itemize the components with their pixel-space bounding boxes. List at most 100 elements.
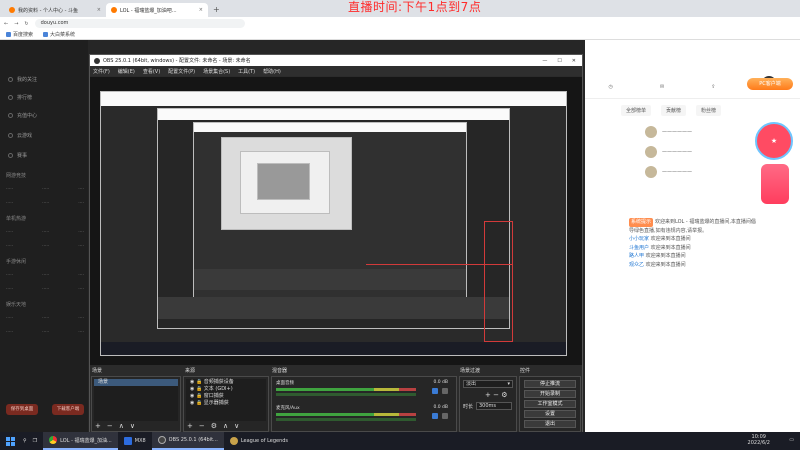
download-client-button[interactable]: 下载客户端 [52,404,84,415]
transition-select[interactable]: 淡出 ▾ [463,380,513,388]
remove-icon[interactable]: − [107,422,113,430]
chat-username[interactable]: 观众乙 [629,262,644,268]
search-icon[interactable]: ⚲ [23,438,27,444]
start-recording-button[interactable]: 开始录制 [524,390,576,398]
tab-all-rank[interactable]: 全部榜单 [621,105,652,116]
source-item[interactable]: ◉ 🔒 显示器捕获 [186,400,266,407]
scenes-header: 场景 [92,368,103,374]
menu-help[interactable]: 帮助(H) [263,68,281,75]
upload-icon[interactable]: ⇪ [711,84,715,90]
chat-text: 欢迎来到本直播间 [650,236,691,242]
close-icon[interactable]: × [97,7,101,13]
stop-streaming-button[interactable]: 停止推流 [524,380,576,388]
close-icon[interactable]: ✕ [572,58,576,64]
channel-name: 桌面音频 [276,381,294,386]
message-icon[interactable]: ✉ [660,84,664,90]
sidebar-item-esports[interactable]: 赛事 [8,152,27,159]
gear-icon[interactable] [442,413,448,419]
recursive-preview-frame [156,108,511,330]
studio-mode-button[interactable]: 工作室模式 [524,400,576,408]
clock-date: 2022/6/2 [747,440,770,446]
volume-slider[interactable] [276,418,416,421]
sidebar-item-follow[interactable]: 我的关注 [8,76,37,83]
windows-taskbar: ⚲ ❐ LOL - 福瑞蓝爆_加油... MX8 OBS 25.0.1 (64b… [0,432,800,450]
taskbar-app-chrome[interactable]: LOL - 福瑞蓝爆_加油... [43,432,118,450]
chrome-icon [49,436,58,444]
promo-banner[interactable]: ★ [755,122,795,212]
add-icon[interactable]: + [187,422,193,430]
gear-icon[interactable] [442,388,448,394]
duration-input[interactable]: 300ms [476,402,512,410]
chat-message: 系统提示 欢迎来到LOL - 福瑞蓝爆的直播间,本直播间倡导绿色直播,如有违规内容… [629,218,756,235]
bookmark-item[interactable]: 百度搜索 [6,31,33,38]
new-tab-button[interactable]: + [208,3,225,17]
task-view-icon[interactable]: ❐ [33,438,37,444]
gear-icon[interactable]: ⚙ [211,422,217,430]
reload-icon[interactable]: ↻ [24,21,28,27]
transitions-header: 场景过渡 [460,368,481,374]
pc-client-button[interactable]: PC客户端 [747,78,793,90]
volume-slider[interactable] [276,393,416,396]
chat-username[interactable]: 斗鱼用户 [629,245,649,251]
taskbar-app-obs[interactable]: OBS 25.0.1 (64bit... [151,432,224,450]
obs-preview[interactable] [90,77,582,365]
scenes-toolbar: + − ∧ ∨ [95,422,135,430]
browser-tab-active[interactable]: LOL - 福瑞蓝爆_加油吧... × [106,3,208,17]
add-icon[interactable]: + [485,391,491,399]
chat-username[interactable]: 小小玩家 [629,236,649,242]
system-clock[interactable]: 10:09 2022/6/2 [748,434,770,446]
taskbar-app-mx8[interactable]: MX8 [118,432,152,450]
source-item[interactable]: ◉ 🔒 文本 (GDI+) [186,386,266,393]
menu-edit[interactable]: 编辑(E) [118,68,135,75]
url-field[interactable]: douyu.com [34,19,245,28]
minimize-icon[interactable]: — [542,58,547,64]
bookmark-label: 大白菜系统 [50,32,76,38]
sidebar-item-cloudgame[interactable]: 云游戏 [8,132,32,139]
speaker-icon[interactable] [432,413,438,419]
sources-list: ◉ 🔒 音频捕获设备 ◉ 🔒 文本 (GDI+) ◉ 🔒 窗口捕获 ◉ 🔒 显示… [186,379,266,421]
menu-tools[interactable]: 工具(T) [238,68,255,75]
volume-meter [276,388,416,391]
menu-file[interactable]: 文件(F) [93,68,110,75]
save-to-desktop-button[interactable]: 保存到桌面 [6,404,38,415]
browser-tab[interactable]: 我的资料 - 个人中心 - 斗鱼 × [4,3,106,17]
menu-view[interactable]: 查看(V) [143,68,160,75]
remove-icon[interactable]: − [199,422,205,430]
speaker-icon[interactable] [432,388,438,394]
source-item[interactable]: ◉ 🔒 音频捕获设备 [186,379,266,386]
remove-icon[interactable]: − [493,391,499,399]
sidebar-item-rank[interactable]: 排行榜 [8,94,32,101]
windows-start-icon[interactable] [6,436,15,446]
close-icon[interactable]: × [199,7,203,13]
obs-icon [157,436,166,444]
nested-dock-band [193,268,467,291]
menu-scene-collection[interactable]: 场景集合(S) [203,68,230,75]
up-icon[interactable]: ∧ [119,422,124,430]
scene-item[interactable]: 场景 [94,379,178,386]
settings-button[interactable]: 设置 [524,410,576,418]
up-icon[interactable]: ∧ [223,422,228,430]
maximize-icon[interactable]: ☐ [557,58,561,64]
capture-border [365,264,514,266]
source-item[interactable]: ◉ 🔒 窗口捕获 [186,393,266,400]
tab-contribution[interactable]: 贡献榜 [661,105,687,116]
bookmark-item[interactable]: 大白菜系统 [43,31,75,38]
notification-icon[interactable]: ▭ [789,437,794,443]
tab-fans[interactable]: 粉丝榜 [696,105,722,116]
history-icon[interactable]: ◷ [609,84,613,90]
gear-icon[interactable]: ⚙ [501,391,507,399]
menu-profile[interactable]: 配置文件(P) [168,68,195,75]
chat-username[interactable]: 路人甲 [629,253,644,259]
sidebar-item-recharge[interactable]: 充值中心 [8,112,37,119]
down-icon[interactable]: ∨ [130,422,135,430]
forward-icon[interactable]: → [14,21,18,27]
controls-dock: 停止推流 开始录制 工作室模式 设置 退出 [519,376,581,432]
system-badge: 系统提示 [629,218,654,227]
add-icon[interactable]: + [95,422,101,430]
coin-icon [8,113,13,118]
back-icon[interactable]: ← [4,21,8,27]
nested-taskbar [100,342,567,356]
exit-button[interactable]: 退出 [524,420,576,428]
down-icon[interactable]: ∨ [234,422,239,430]
taskbar-app-lol[interactable]: League of Legends [224,432,294,450]
